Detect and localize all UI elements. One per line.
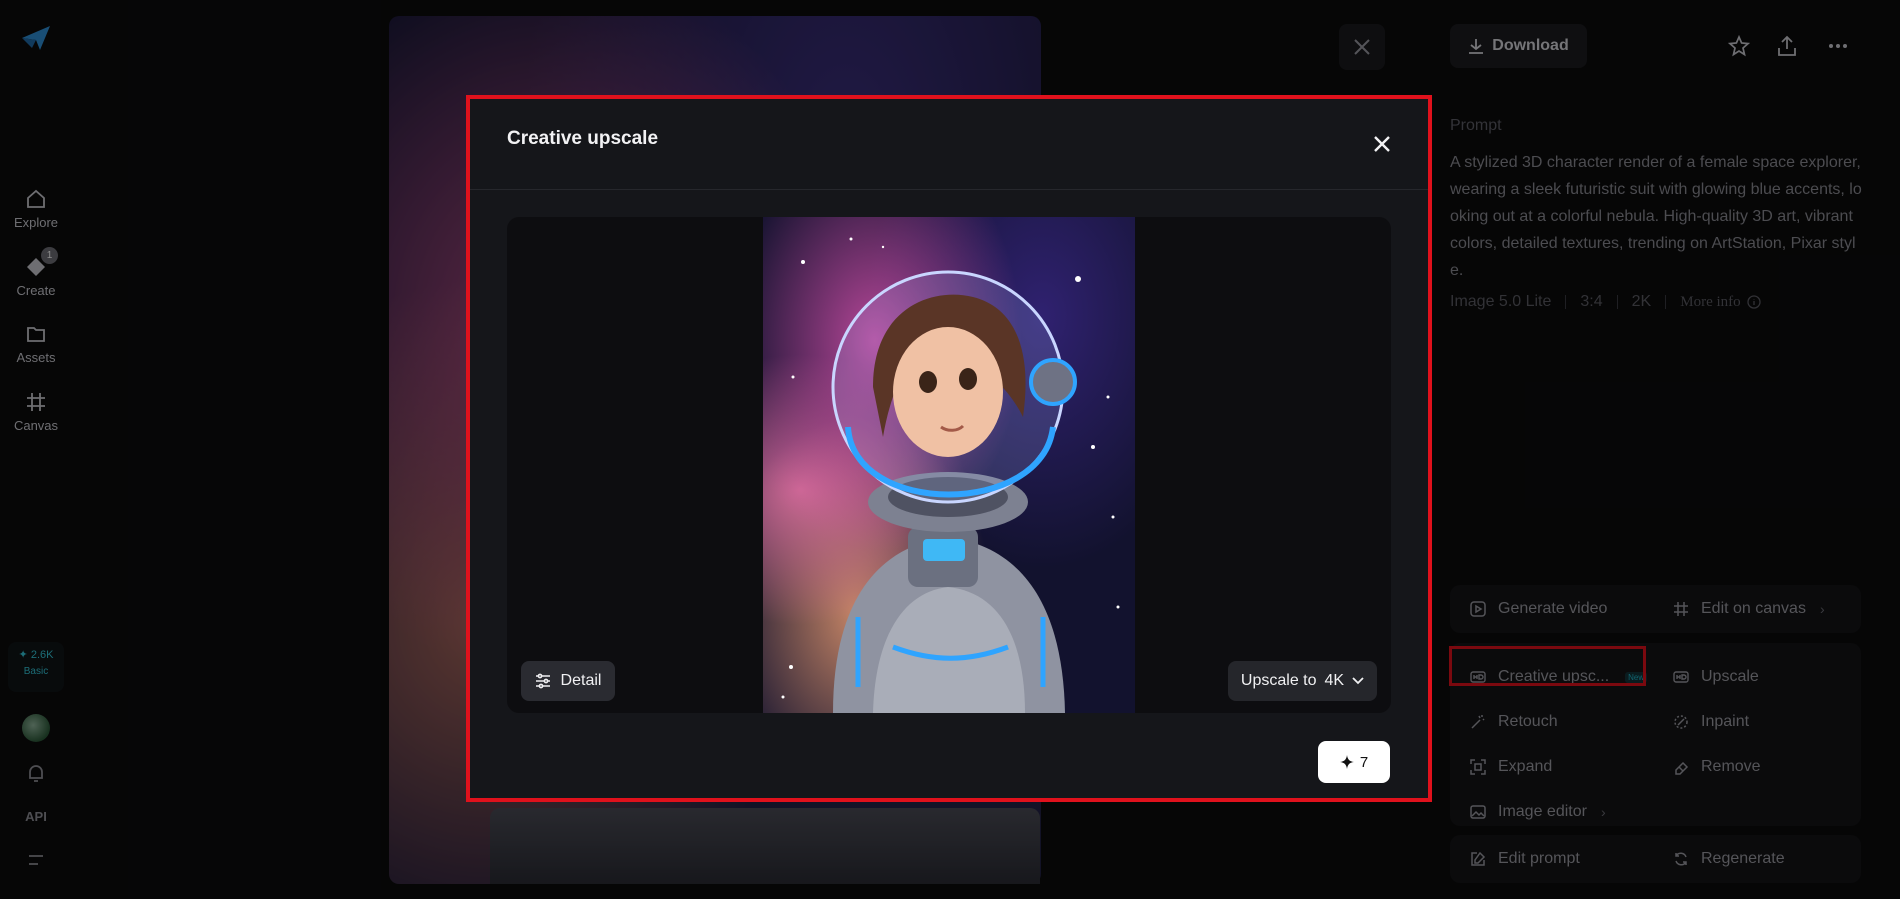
modal-highlight <box>466 95 1432 802</box>
